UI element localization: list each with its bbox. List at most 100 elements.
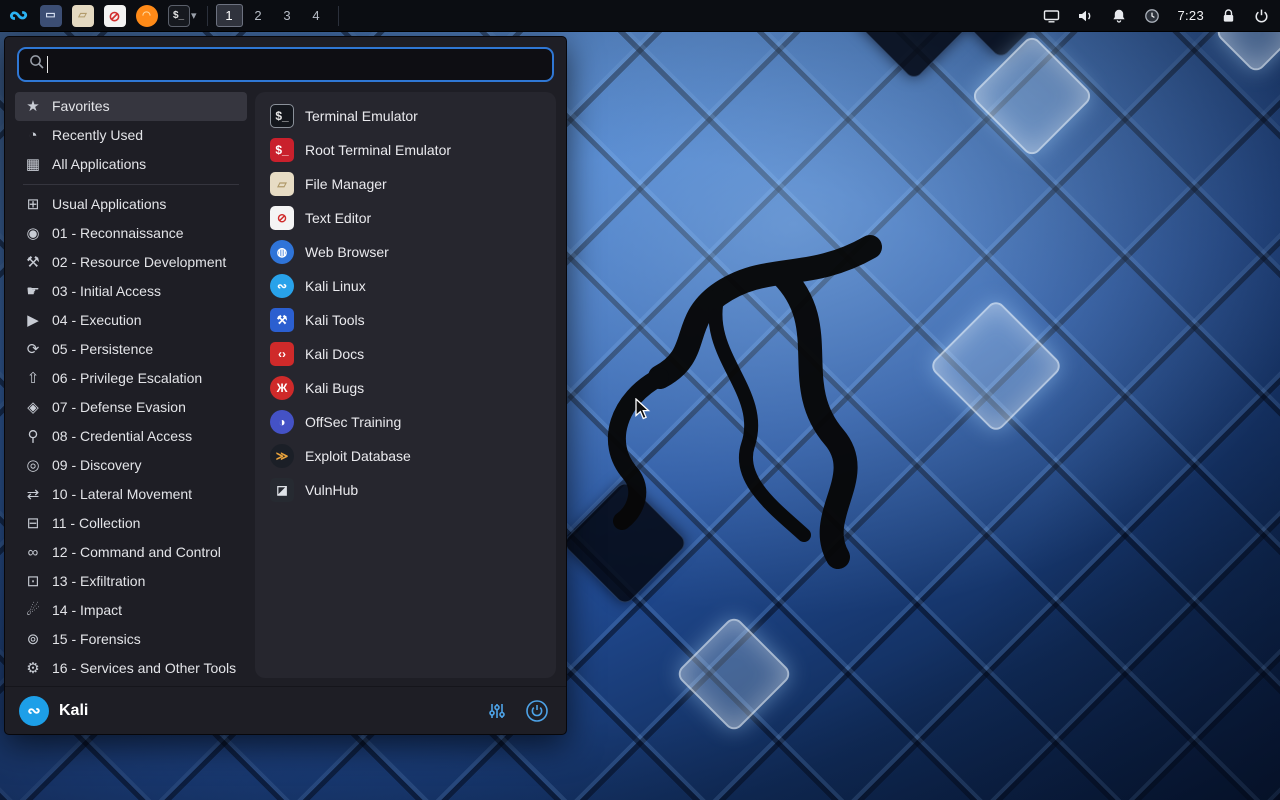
- terminal-launcher[interactable]: $_: [164, 3, 193, 29]
- lock-icon[interactable]: [1221, 8, 1236, 24]
- category-icon: ◈: [27, 399, 39, 416]
- category-label: All Applications: [52, 156, 147, 172]
- app-icon: ⚒: [270, 308, 294, 332]
- workspace-button[interactable]: 3: [274, 4, 301, 27]
- app-item[interactable]: $_ Root Terminal Emulator: [263, 133, 548, 167]
- category-item[interactable]: ⊡ 13 - Exfiltration: [15, 567, 247, 596]
- category-item[interactable]: ⇄ 10 - Lateral Movement: [15, 480, 247, 509]
- category-item[interactable]: ☄ 14 - Impact: [15, 596, 247, 625]
- category-item[interactable]: ⚙ 16 - Services and Other Tools: [15, 654, 247, 683]
- app-item[interactable]: ⊘ Text Editor: [263, 201, 548, 235]
- app-item[interactable]: ∾ Kali Linux: [263, 269, 548, 303]
- wallpaper-glass-cube: [674, 614, 794, 734]
- category-label: Recently Used: [52, 127, 144, 143]
- category-label: 07 - Defense Evasion: [52, 399, 186, 415]
- system-tray: 7:23: [1043, 8, 1270, 24]
- wallpaper-dragon: [607, 235, 882, 569]
- category-item[interactable]: ∞ 12 - Command and Control: [15, 538, 247, 567]
- launcher-icon: $_: [167, 4, 190, 27]
- category-label: 09 - Discovery: [52, 457, 142, 473]
- launcher-dropdown-icon[interactable]: ▾: [191, 9, 197, 22]
- clock[interactable]: 7:23: [1177, 8, 1204, 23]
- volume-icon[interactable]: [1077, 8, 1094, 24]
- category-icon: ▶: [27, 312, 39, 329]
- app-label: Web Browser: [305, 244, 389, 260]
- workspace-button[interactable]: 2: [245, 4, 272, 27]
- category-icon: ⚲: [27, 428, 39, 445]
- app-item[interactable]: ≫ Exploit Database: [263, 439, 548, 473]
- category-label: 15 - Forensics: [52, 631, 141, 647]
- panel-separator: [206, 5, 208, 26]
- category-icon: ☛: [26, 283, 40, 300]
- app-item[interactable]: ◑ OffSec Training: [263, 405, 548, 439]
- category-item[interactable]: ★ Favorites: [15, 92, 247, 121]
- category-label: 12 - Command and Control: [52, 544, 221, 560]
- notifications-icon[interactable]: [1111, 8, 1127, 24]
- file-manager-launcher[interactable]: ▱: [68, 3, 97, 29]
- mouse-cursor: [635, 398, 651, 420]
- power-icon: [526, 699, 548, 722]
- category-item[interactable]: ▦ All Applications: [15, 150, 247, 179]
- category-label: 11 - Collection: [52, 515, 141, 531]
- category-item[interactable]: ⊚ 15 - Forensics: [15, 625, 247, 654]
- search-bar[interactable]: [17, 47, 554, 82]
- category-icon: ▦: [25, 156, 41, 173]
- category-label: 03 - Initial Access: [52, 283, 161, 299]
- category-item[interactable]: ⊟ 11 - Collection: [15, 509, 247, 538]
- category-label: 13 - Exfiltration: [52, 573, 146, 589]
- logout-button[interactable]: [522, 696, 552, 726]
- app-label: Root Terminal Emulator: [305, 142, 452, 158]
- settings-button[interactable]: [482, 696, 512, 726]
- category-item[interactable]: ◔ Recently Used: [15, 121, 247, 150]
- category-item[interactable]: ⊞ Usual Applications: [15, 190, 247, 219]
- app-item[interactable]: Ж Kali Bugs: [263, 371, 548, 405]
- search-input[interactable]: [56, 56, 542, 73]
- category-icon: ★: [26, 98, 40, 115]
- app-icon: ▱: [270, 172, 294, 196]
- category-label: 10 - Lateral Movement: [52, 486, 193, 502]
- category-item[interactable]: ⇧ 06 - Privilege Escalation: [15, 364, 247, 393]
- category-label: Favorites: [52, 98, 110, 114]
- desktop[interactable]: ∾ ▭ ▱ ⊘ ◠ $_ ▾ 1234 7:23 ★ Favorites ◔ R…: [0, 0, 1280, 800]
- app-item[interactable]: $_ Terminal Emulator: [263, 99, 548, 133]
- category-label: 01 - Reconnaissance: [52, 225, 184, 241]
- app-item[interactable]: ◪ VulnHub: [263, 473, 548, 507]
- category-item[interactable]: ⚒ 02 - Resource Development: [15, 248, 247, 277]
- app-item[interactable]: ‹› Kali Docs: [263, 337, 548, 371]
- search-icon: [29, 54, 45, 75]
- kali-logo-icon: ∾: [19, 695, 49, 726]
- status-icon[interactable]: [1144, 8, 1160, 24]
- display-icon[interactable]: [1043, 8, 1060, 24]
- user-label: Kali: [59, 701, 89, 719]
- app-item[interactable]: ⚒ Kali Tools: [263, 303, 548, 337]
- workspace-button[interactable]: 4: [303, 4, 330, 27]
- workspace-button[interactable]: 1: [215, 4, 243, 27]
- text-editor-launcher[interactable]: ⊘: [100, 3, 129, 29]
- category-divider: [23, 184, 239, 185]
- category-item[interactable]: ◈ 07 - Defense Evasion: [15, 393, 247, 422]
- menu-footer: ∾ Kali: [5, 686, 566, 734]
- window-manager-launcher[interactable]: ▭: [36, 3, 65, 29]
- whisker-menu: ★ Favorites ◔ Recently Used ▦ All Applic…: [4, 36, 567, 735]
- category-item[interactable]: ◉ 01 - Reconnaissance: [15, 219, 247, 248]
- firefox-launcher[interactable]: ◠: [132, 3, 161, 29]
- text-caret: [47, 56, 48, 73]
- logout-icon[interactable]: [1253, 8, 1270, 24]
- category-label: 14 - Impact: [52, 602, 123, 618]
- category-label: 16 - Services and Other Tools: [52, 660, 237, 676]
- app-label: Text Editor: [305, 210, 372, 226]
- app-item[interactable]: ▱ File Manager: [263, 167, 548, 201]
- app-label: File Manager: [305, 176, 387, 192]
- category-label: 06 - Privilege Escalation: [52, 370, 203, 386]
- category-item[interactable]: ▶ 04 - Execution: [15, 306, 247, 335]
- category-item[interactable]: ◎ 09 - Discovery: [15, 451, 247, 480]
- category-item[interactable]: ☛ 03 - Initial Access: [15, 277, 247, 306]
- category-item[interactable]: ⚲ 08 - Credential Access: [15, 422, 247, 451]
- category-item[interactable]: ⟳ 05 - Persistence: [15, 335, 247, 364]
- whisker-menu-button[interactable]: ∾: [4, 3, 33, 29]
- favorites-list: $_ Terminal Emulator $_ Root Terminal Em…: [255, 92, 556, 678]
- launcher-icon: ▭: [39, 4, 62, 27]
- category-icon: ⇧: [26, 370, 40, 387]
- app-item[interactable]: ◍ Web Browser: [263, 235, 548, 269]
- app-icon: ⊘: [270, 206, 294, 230]
